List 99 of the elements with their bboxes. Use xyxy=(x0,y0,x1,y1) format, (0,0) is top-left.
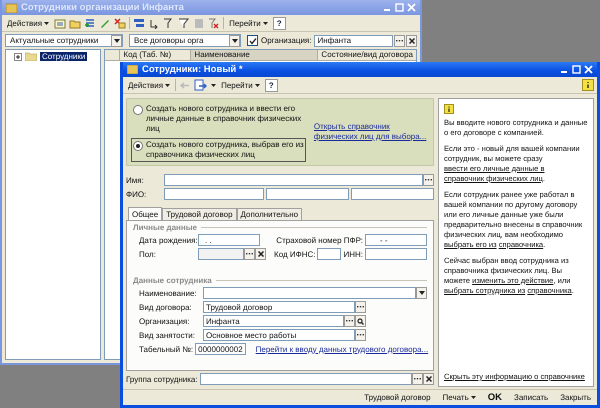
section-title: Личные данные xyxy=(133,223,197,232)
field-label: Наименование: xyxy=(139,288,198,298)
dropdown-button[interactable] xyxy=(416,287,427,299)
select-field[interactable]: Основное место работы xyxy=(203,329,355,341)
caret-icon xyxy=(44,22,50,24)
dropdown-button[interactable] xyxy=(229,34,240,46)
name-field[interactable] xyxy=(164,174,423,186)
name-combo-field[interactable] xyxy=(203,287,416,299)
column-header[interactable]: Наименование xyxy=(190,50,318,60)
pfr-label: Страховой номер ПФР: xyxy=(276,236,363,244)
select-button[interactable] xyxy=(355,329,366,341)
field-label: Вид занятости: xyxy=(139,330,196,340)
caret-icon xyxy=(114,38,120,42)
gender-label: Пол: xyxy=(139,250,157,258)
inn-label: ИНН: xyxy=(343,250,363,258)
group-label: Группа сотрудника: xyxy=(126,374,198,384)
column-header[interactable]: Состояние/вид договора xyxy=(317,50,416,60)
birth-date-field[interactable]: . . xyxy=(198,234,260,246)
select-button[interactable] xyxy=(394,34,405,46)
footer-button[interactable]: Записать xyxy=(512,393,550,402)
filter-clear-icon[interactable] xyxy=(208,18,220,28)
caret-icon xyxy=(254,84,260,86)
select-button[interactable] xyxy=(412,373,423,385)
select-field[interactable]: Трудовой договор xyxy=(203,301,355,313)
footer-button[interactable]: Трудовой договор xyxy=(362,393,433,402)
caret-icon xyxy=(470,396,476,399)
clear-button[interactable] xyxy=(423,373,434,385)
organization-checkbox[interactable] xyxy=(247,35,258,46)
group-field[interactable] xyxy=(200,373,412,385)
select-button[interactable] xyxy=(423,174,434,186)
organization-label: Организация: xyxy=(261,36,312,45)
last-name-field[interactable] xyxy=(164,188,264,200)
select-button[interactable] xyxy=(244,248,255,260)
footer-button[interactable]: Печать xyxy=(440,393,478,402)
help-button[interactable]: ? xyxy=(272,16,286,30)
open-directory-link[interactable]: Открыть справочник физических лиц для выбора... xyxy=(314,122,429,142)
actions-menu[interactable]: Действия xyxy=(126,80,172,90)
select-field[interactable]: Инфанта xyxy=(203,315,344,327)
info-icon[interactable] xyxy=(582,79,594,91)
status-filter[interactable]: Актуальные сотрудники xyxy=(5,34,123,47)
close-icon xyxy=(426,376,432,382)
tab[interactable]: Трудовой договор xyxy=(162,208,237,220)
tab-number-label: Табельный №: xyxy=(139,344,194,354)
dropdown-button[interactable] xyxy=(111,34,122,46)
section-title: Данные сотрудника xyxy=(133,276,212,285)
search-icon xyxy=(357,318,364,324)
first-name-field[interactable] xyxy=(266,188,349,200)
contract-link[interactable]: Перейти к вводу данных трудового договора... xyxy=(256,344,428,354)
middle-name-field[interactable] xyxy=(351,188,434,200)
footer-button[interactable]: OK xyxy=(486,392,504,403)
gender-field[interactable] xyxy=(198,248,244,260)
close-icon xyxy=(408,38,414,44)
close-icon xyxy=(258,251,264,257)
pfr-field[interactable]: - - xyxy=(365,234,427,246)
caret-icon xyxy=(165,84,170,86)
ifns-label: Код ИФНС: xyxy=(274,250,316,258)
close-icon[interactable] xyxy=(584,65,593,74)
field-label: Организация: xyxy=(139,316,190,326)
caret-icon xyxy=(211,84,216,86)
delete-icon[interactable] xyxy=(114,18,126,28)
info-icon xyxy=(444,104,454,114)
caret-icon xyxy=(418,291,424,295)
contract-filter[interactable]: Все договоры орга xyxy=(129,34,241,47)
document-arrow-icon[interactable] xyxy=(194,79,208,91)
tab[interactable]: Дополнительно xyxy=(236,208,302,220)
goto-menu[interactable]: Перейти xyxy=(227,18,270,28)
help-button[interactable]: ? xyxy=(264,78,278,92)
search-button[interactable] xyxy=(355,315,366,327)
arrow-icon[interactable] xyxy=(148,18,160,28)
goto-menu[interactable]: Перейти xyxy=(219,80,262,90)
caret-icon xyxy=(232,38,238,42)
inn-field[interactable] xyxy=(365,248,427,260)
tab[interactable]: Общее xyxy=(128,207,162,220)
tab-number-field[interactable]: 0000000002 xyxy=(195,343,246,355)
hierarchy-icon[interactable] xyxy=(133,18,146,28)
folder-icon[interactable] xyxy=(69,18,82,28)
name-label: Имя: xyxy=(126,176,145,184)
window-title: Сотрудники: Новый * xyxy=(142,64,243,75)
actions-menu[interactable]: Действия xyxy=(5,18,52,28)
ifns-field[interactable] xyxy=(317,248,342,260)
window-title: Сотрудники организации Инфанта xyxy=(21,2,184,13)
expand-icon[interactable] xyxy=(14,52,22,60)
footer-button[interactable]: Закрыть xyxy=(558,393,593,402)
clear-button[interactable] xyxy=(255,248,266,260)
app-icon xyxy=(6,2,17,12)
mode-radio[interactable]: Создать нового сотрудника, выбрав его из справочника физических лиц xyxy=(131,138,306,162)
select-button[interactable] xyxy=(355,301,366,313)
app-icon xyxy=(127,65,138,74)
folder-icon xyxy=(25,52,37,61)
field-label: Вид договора: xyxy=(139,302,193,312)
caret-icon xyxy=(262,22,268,24)
fio-label: ФИО: xyxy=(126,190,148,198)
maximize-icon[interactable] xyxy=(572,65,581,74)
organization-field[interactable]: Инфанта xyxy=(314,34,393,46)
tree-item[interactable]: Сотрудники xyxy=(40,52,88,61)
select-button[interactable] xyxy=(344,315,355,327)
birth-date-label: Дата рождения: xyxy=(139,236,196,244)
clear-button[interactable] xyxy=(406,34,417,46)
mode-radio[interactable]: Создать нового сотрудника и ввести его личные данные в справочник физических лиц xyxy=(131,102,306,136)
